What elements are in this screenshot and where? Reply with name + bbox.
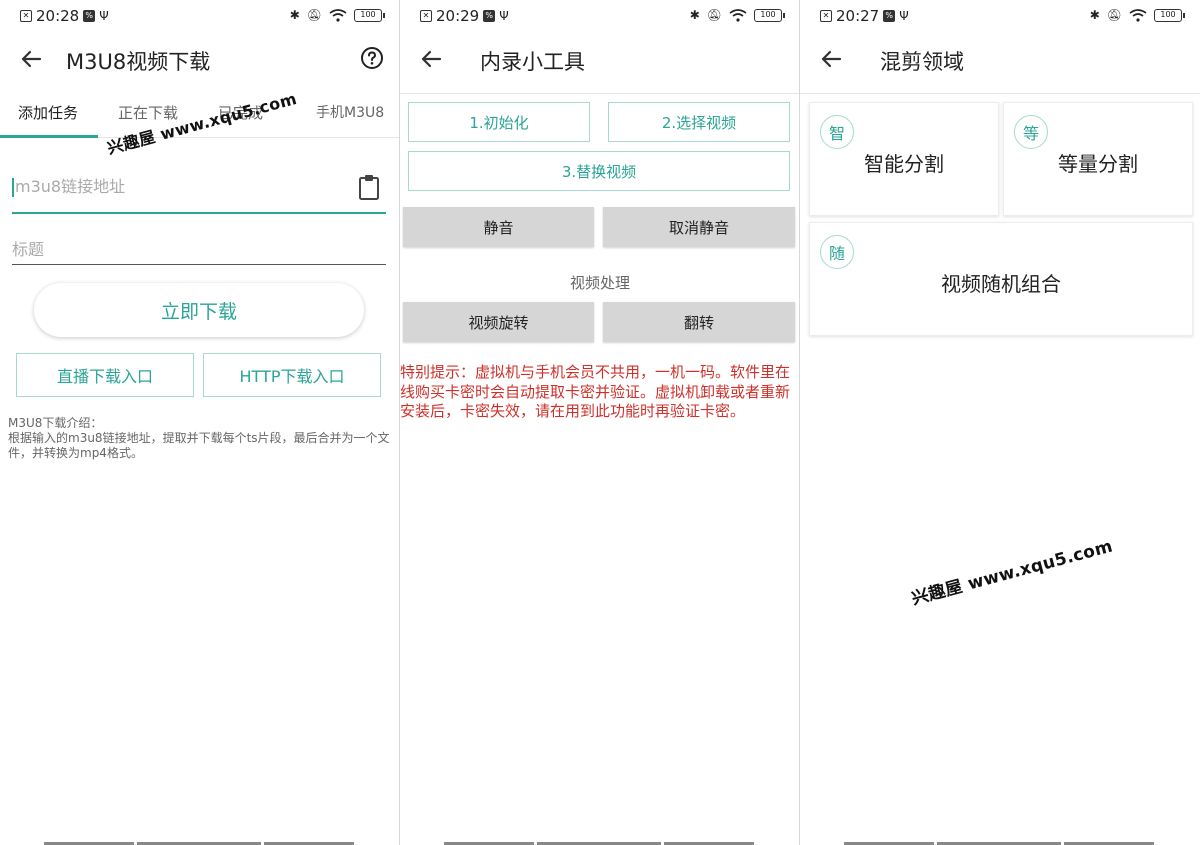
app-notification-icon: % (483, 10, 496, 22)
recording-tool-screen: ✕ 20:29 % Ψ ✱ 🔕︎ 100 内录小工具 1.初始化 2.选择视频 … (400, 0, 800, 845)
mixed-edit-screen: ✕ 20:27 % Ψ ✱ 🔕︎ 100 混剪领域 智 智能分割 等 等量分割 … (800, 0, 1200, 845)
bluetooth-icon: ✱ (1089, 8, 1100, 22)
mute-bell-icon: 🔕︎ (706, 8, 722, 22)
status-time: 20:28 (36, 7, 80, 25)
battery-icon: 100 (754, 8, 785, 22)
notification-x-icon: ✕ (420, 10, 432, 22)
title-field[interactable] (12, 240, 386, 265)
unmute-button[interactable]: 取消静音 (603, 207, 795, 247)
usb-icon: Ψ (499, 9, 509, 23)
tab-add-task[interactable]: 添加任务 (18, 102, 78, 123)
card-badge: 随 (820, 235, 854, 269)
select-video-button[interactable]: 2.选择视频 (608, 102, 790, 142)
mute-bell-icon: 🔕︎ (306, 8, 322, 22)
download-now-button[interactable]: 立即下载 (34, 283, 364, 337)
app-notification-icon: % (83, 10, 96, 22)
status-time: 20:27 (836, 7, 880, 25)
section-label-video-processing: 视频处理 (569, 274, 630, 292)
status-bar: ✕ 20:28 % Ψ ✱ 🔕︎ 100 (0, 0, 400, 32)
page-title: M3U8视频下载 (66, 50, 211, 74)
tab-indicator (0, 135, 98, 138)
help-circle-icon[interactable] (360, 46, 384, 70)
intro-text: M3U8下载介绍： 根据输入的m3u8链接地址，提取并下载每个ts片段，最后合并… (8, 416, 396, 461)
app-bar: 混剪领域 (800, 36, 1200, 84)
tab-phone-m3u8[interactable]: 手机M3U8 (316, 102, 384, 122)
url-field[interactable] (12, 172, 386, 214)
card-badge: 智 (820, 115, 854, 149)
back-arrow-icon[interactable] (18, 46, 44, 72)
text-caret (12, 178, 14, 197)
random-combine-card[interactable]: 随 视频随机组合 (809, 222, 1193, 336)
intro-title: M3U8下载介绍： (8, 416, 103, 430)
mute-button[interactable]: 静音 (403, 207, 594, 247)
back-arrow-icon[interactable] (418, 46, 444, 72)
app-notification-icon: % (883, 10, 896, 22)
bluetooth-icon: ✱ (289, 8, 300, 22)
http-download-button[interactable]: HTTP下载入口 (203, 353, 381, 397)
status-bar: ✕ 20:27 % Ψ ✱ 🔕︎ 100 (800, 0, 1200, 32)
usb-icon: Ψ (899, 9, 909, 23)
rotate-video-button[interactable]: 视频旋转 (403, 302, 594, 342)
bluetooth-icon: ✱ (689, 8, 700, 22)
card-badge: 等 (1014, 115, 1048, 149)
m3u8-download-screen: ✕ 20:28 % Ψ ✱ 🔕︎ 100 M3U8视频下载 添加任务 正在下载 … (0, 0, 400, 845)
notification-x-icon: ✕ (820, 10, 832, 22)
card-label: 视频随机组合 (941, 272, 1061, 296)
battery-icon: 100 (354, 8, 385, 22)
intro-body: 根据输入的m3u8链接地址，提取并下载每个ts片段，最后合并为一个文件，并转换为… (8, 431, 390, 460)
init-button[interactable]: 1.初始化 (408, 102, 590, 142)
url-input[interactable] (12, 177, 386, 196)
flip-button[interactable]: 翻转 (603, 302, 795, 342)
page-title: 混剪领域 (880, 50, 964, 74)
replace-video-button[interactable]: 3.替换视频 (408, 151, 790, 191)
wifi-icon (1129, 8, 1147, 22)
usb-icon: Ψ (99, 9, 109, 23)
warning-notice: 特别提示：虚拟机与手机会员不共用，一机一码。软件里在线购买卡密时会自动提取卡密并… (400, 363, 791, 420)
app-bar: M3U8视频下载 (0, 36, 400, 84)
equal-split-card[interactable]: 等 等量分割 (1003, 102, 1193, 216)
smart-split-card[interactable]: 智 智能分割 (809, 102, 999, 216)
battery-icon: 100 (1154, 8, 1185, 22)
card-label: 智能分割 (864, 152, 944, 176)
app-bar: 内录小工具 (400, 36, 800, 84)
appbar-divider (800, 93, 1200, 94)
live-download-button[interactable]: 直播下载入口 (16, 353, 194, 397)
status-bar: ✕ 20:29 % Ψ ✱ 🔕︎ 100 (400, 0, 800, 32)
wifi-icon (329, 8, 347, 22)
status-time: 20:29 (436, 7, 480, 25)
back-arrow-icon[interactable] (818, 46, 844, 72)
page-title: 内录小工具 (480, 50, 585, 74)
watermark: 兴趣屋 www.xqu5.com (909, 536, 1115, 610)
appbar-divider (400, 93, 800, 94)
notification-x-icon: ✕ (20, 10, 32, 22)
title-input[interactable] (12, 240, 386, 259)
wifi-icon (729, 8, 747, 22)
mute-bell-icon: 🔕︎ (1106, 8, 1122, 22)
clipboard-icon[interactable] (358, 174, 380, 200)
card-label: 等量分割 (1058, 152, 1138, 176)
